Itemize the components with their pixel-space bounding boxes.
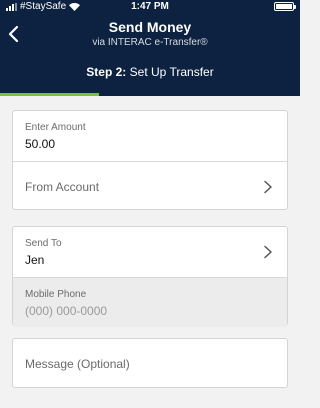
- step-number: Step 2:: [86, 65, 127, 79]
- status-right: [274, 2, 296, 11]
- step-label: Set Up Transfer: [129, 65, 214, 79]
- from-account-label: From Account: [25, 180, 100, 194]
- amount-value[interactable]: 50.00: [25, 137, 55, 151]
- mobile-phone-field: Mobile Phone (000) 000-0000: [13, 277, 287, 327]
- page-title: Send Money: [108, 19, 192, 35]
- step-indicator: Step 2: Set Up Transfer: [0, 65, 300, 79]
- battery-icon: [274, 2, 296, 11]
- transfer-details-card: Enter Amount 50.00 From Account: [12, 110, 288, 210]
- message-row[interactable]: Message (Optional): [13, 339, 287, 389]
- page-subtitle: via INTERAC e-Transfer®: [92, 37, 208, 48]
- send-to-label: Send To: [25, 238, 62, 249]
- from-account-row[interactable]: From Account: [13, 161, 287, 211]
- message-placeholder[interactable]: Message (Optional): [25, 357, 130, 371]
- amount-label: Enter Amount: [25, 122, 86, 133]
- recipient-card: Send To Jen Mobile Phone (000) 000-0000: [12, 226, 288, 327]
- step-progress-fill: [0, 93, 99, 96]
- header: #StaySafe 1:47 PM Send Money via INTERAC…: [0, 0, 300, 96]
- message-field[interactable]: Message (Optional): [12, 338, 288, 388]
- status-time: 1:47 PM: [131, 1, 169, 12]
- chevron-right-icon: [264, 180, 272, 194]
- amount-field[interactable]: Enter Amount 50.00: [13, 111, 287, 161]
- chevron-right-icon: [264, 245, 272, 259]
- mobile-phone-placeholder: (000) 000-0000: [25, 304, 108, 318]
- step-progress-bar: [0, 93, 300, 96]
- send-to-row[interactable]: Send To Jen: [13, 227, 287, 277]
- status-bar: #StaySafe 1:47 PM: [0, 0, 300, 14]
- send-to-value: Jen: [25, 253, 45, 267]
- mobile-phone-label: Mobile Phone: [25, 289, 87, 300]
